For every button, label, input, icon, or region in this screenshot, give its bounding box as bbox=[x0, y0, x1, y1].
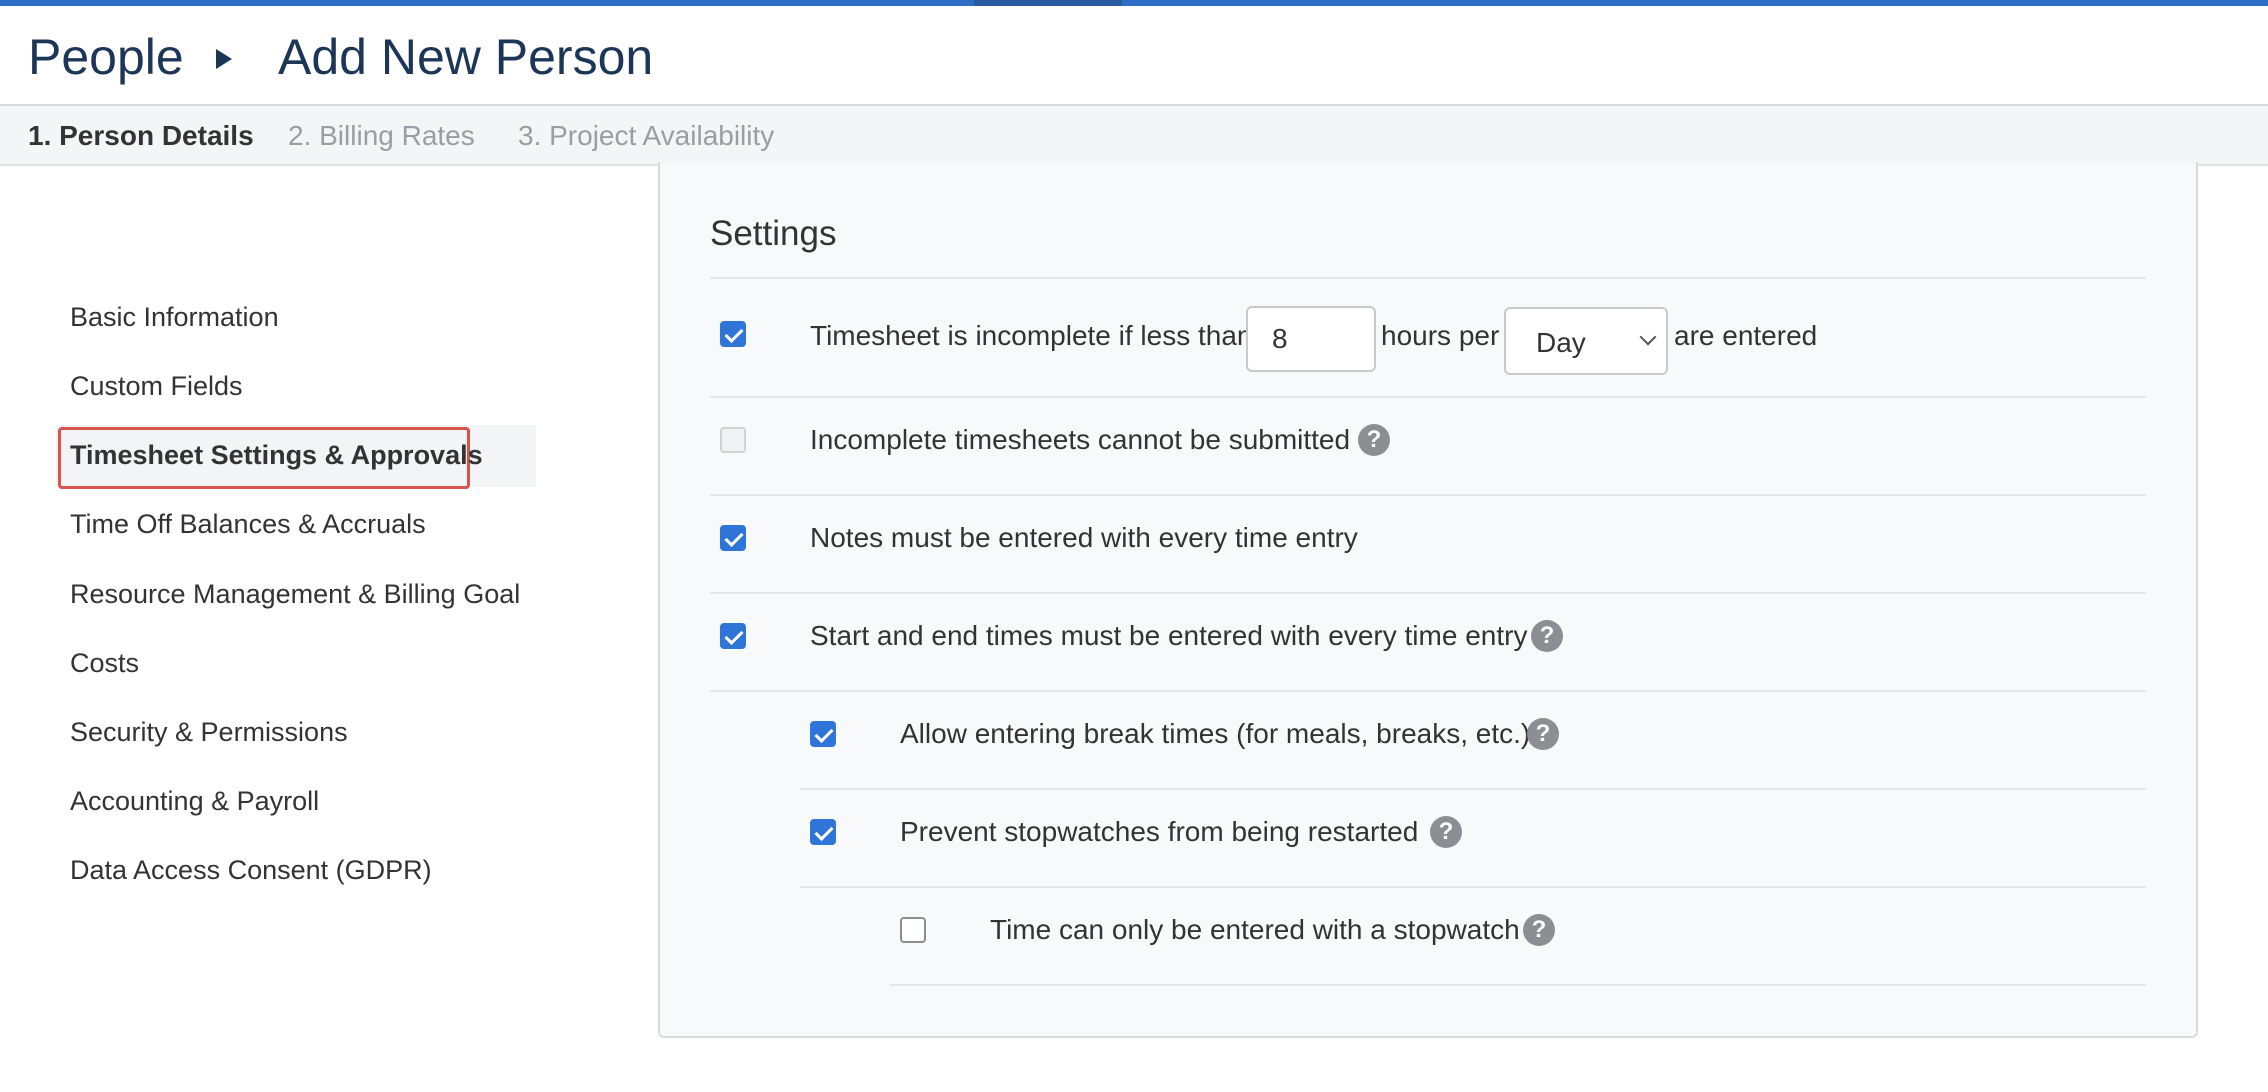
settings-divider bbox=[710, 396, 2146, 398]
breadcrumb-people-link[interactable]: People bbox=[28, 28, 184, 86]
settings-divider bbox=[710, 277, 2146, 279]
sidebar-item-accounting-payroll[interactable]: Accounting & Payroll bbox=[70, 786, 319, 817]
wizard-steps: 1. Person Details 2. Billing Rates 3. Pr… bbox=[0, 106, 2268, 166]
settings-divider bbox=[800, 886, 2146, 888]
notes-required-label: Notes must be entered with every time en… bbox=[810, 522, 1358, 553]
page-header: People Add New Person bbox=[0, 6, 2268, 106]
settings-panel bbox=[658, 162, 2198, 1038]
question-circle-icon[interactable]: ? bbox=[1430, 816, 1462, 848]
sidebar-item-time-off-balances[interactable]: Time Off Balances & Accruals bbox=[70, 509, 426, 540]
sidebar-item-resource-management[interactable]: Resource Management & Billing Goal bbox=[70, 579, 520, 610]
question-circle-icon[interactable]: ? bbox=[1531, 620, 1563, 652]
period-select-value: Day bbox=[1536, 327, 1586, 358]
question-circle-icon[interactable]: ? bbox=[1358, 424, 1390, 456]
period-select[interactable]: Day bbox=[1504, 307, 1668, 375]
incomplete-cannot-submit-checkbox[interactable] bbox=[720, 427, 746, 453]
settings-divider bbox=[800, 788, 2146, 790]
step-project-availability[interactable]: 3. Project Availability bbox=[518, 120, 774, 152]
settings-divider bbox=[890, 984, 2146, 986]
sidebar-item-basic-information[interactable]: Basic Information bbox=[70, 302, 279, 333]
prevent-stopwatch-restart-checkbox[interactable] bbox=[810, 819, 836, 845]
incomplete-rule-prefix: Timesheet is incomplete if less than bbox=[810, 320, 1253, 351]
break-times-checkbox[interactable] bbox=[810, 721, 836, 747]
incomplete-rule-middle: hours per bbox=[1381, 320, 1500, 351]
sidebar-item-costs[interactable]: Costs bbox=[70, 648, 139, 679]
incomplete-rule-suffix: are entered bbox=[1674, 320, 1818, 351]
triangle-right-icon bbox=[216, 49, 232, 69]
settings-divider bbox=[710, 494, 2146, 496]
stopwatch-only-label: Time can only be entered with a stopwatc… bbox=[990, 914, 1520, 945]
incomplete-rule-checkbox[interactable] bbox=[720, 321, 746, 347]
stopwatch-only-checkbox[interactable] bbox=[900, 917, 926, 943]
settings-divider bbox=[710, 690, 2146, 692]
start-end-times-checkbox[interactable] bbox=[720, 623, 746, 649]
settings-divider bbox=[710, 592, 2146, 594]
chevron-down-icon bbox=[1639, 328, 1657, 346]
sidebar-item-data-access-consent[interactable]: Data Access Consent (GDPR) bbox=[70, 855, 432, 886]
sidebar-item-security-permissions[interactable]: Security & Permissions bbox=[70, 717, 348, 748]
prevent-stopwatch-restart-label: Prevent stopwatches from being restarted bbox=[900, 816, 1419, 847]
break-times-label: Allow entering break times (for meals, b… bbox=[900, 718, 1531, 749]
sidebar-item-custom-fields[interactable]: Custom Fields bbox=[70, 371, 243, 402]
sidebar-item-timesheet-settings[interactable]: Timesheet Settings & Approvals bbox=[70, 440, 483, 471]
page-title: Add New Person bbox=[278, 29, 654, 85]
start-end-times-label: Start and end times must be entered with… bbox=[810, 620, 1528, 651]
notes-required-checkbox[interactable] bbox=[720, 525, 746, 551]
question-circle-icon[interactable]: ? bbox=[1527, 718, 1559, 750]
incomplete-cannot-submit-label: Incomplete timesheets cannot be submitte… bbox=[810, 424, 1351, 455]
hours-threshold-input[interactable] bbox=[1246, 306, 1376, 372]
step-billing-rates[interactable]: 2. Billing Rates bbox=[288, 120, 475, 152]
question-circle-icon[interactable]: ? bbox=[1523, 914, 1555, 946]
step-person-details[interactable]: 1. Person Details bbox=[28, 120, 254, 152]
settings-title: Settings bbox=[710, 214, 837, 253]
